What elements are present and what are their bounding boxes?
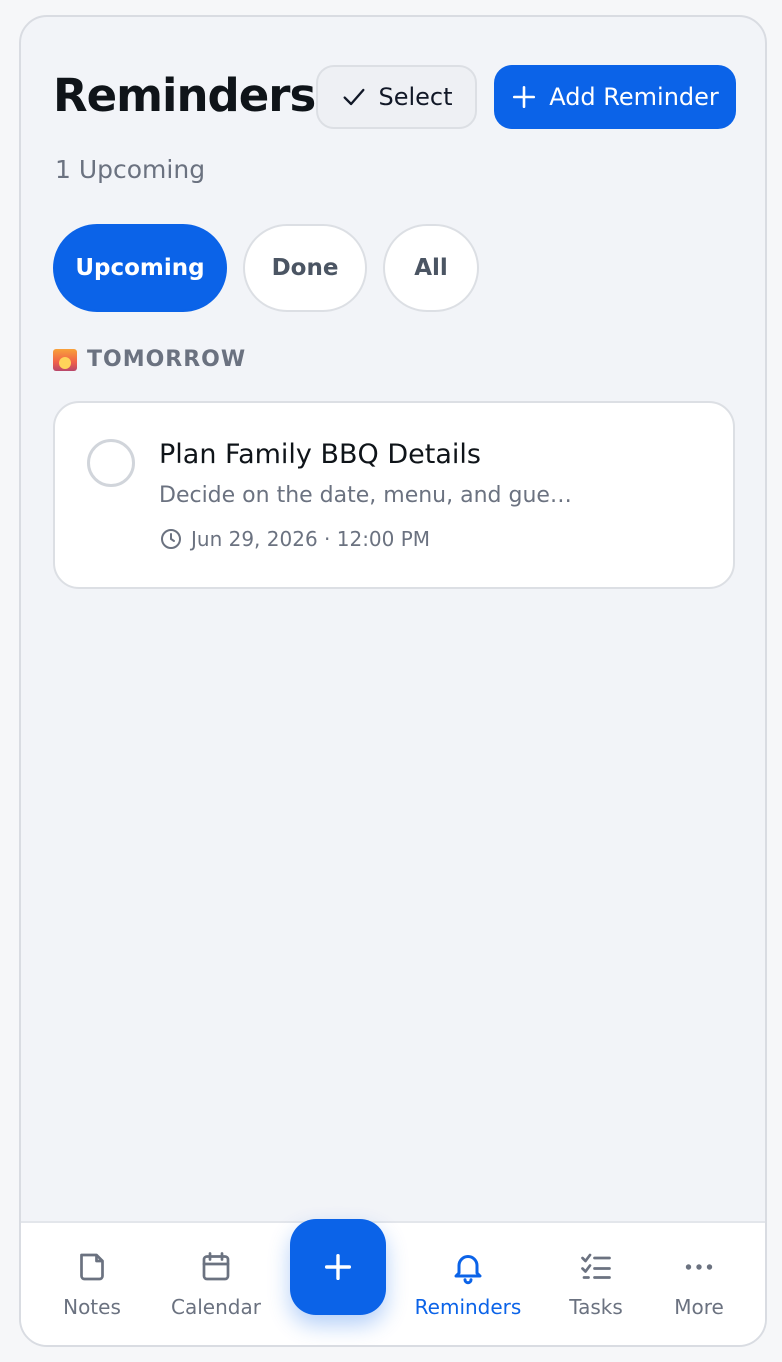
section-label: TOMORROW bbox=[87, 347, 247, 372]
complete-checkbox[interactable] bbox=[87, 439, 135, 487]
tab-calendar-label: Calendar bbox=[171, 1295, 261, 1319]
tab-notes[interactable]: Notes bbox=[32, 1249, 152, 1319]
filter-upcoming[interactable]: Upcoming bbox=[53, 224, 227, 312]
tab-reminders[interactable]: Reminders bbox=[408, 1249, 528, 1319]
reminder-description: Decide on the date, menu, and gue… bbox=[159, 483, 572, 508]
select-button-label: Select bbox=[378, 83, 453, 111]
section-header-tomorrow: TOMORROW bbox=[53, 347, 246, 372]
page-title: Reminders bbox=[53, 69, 316, 122]
new-item-fab[interactable] bbox=[290, 1219, 386, 1315]
note-icon bbox=[74, 1249, 110, 1285]
bottom-tab-bar: Notes Calendar Reminders Tasks More bbox=[21, 1219, 765, 1345]
tab-calendar[interactable]: Calendar bbox=[156, 1249, 276, 1319]
select-button[interactable]: Select bbox=[316, 65, 477, 129]
tab-more-label: More bbox=[674, 1295, 724, 1319]
tab-tasks-label: Tasks bbox=[569, 1295, 623, 1319]
plus-icon bbox=[511, 84, 537, 110]
reminder-datetime: Jun 29, 2026 · 12:00 PM bbox=[159, 527, 430, 551]
calendar-icon bbox=[198, 1249, 234, 1285]
upcoming-count: 1 Upcoming bbox=[55, 155, 206, 184]
filter-done[interactable]: Done bbox=[243, 224, 367, 312]
tab-notes-label: Notes bbox=[63, 1295, 121, 1319]
filter-tabs: Upcoming Done All bbox=[53, 224, 479, 314]
tab-reminders-label: Reminders bbox=[414, 1295, 522, 1319]
page-header: Reminders 1 Upcoming Select Add Reminder bbox=[53, 65, 736, 184]
clock-icon bbox=[159, 527, 183, 551]
add-reminder-button[interactable]: Add Reminder bbox=[494, 65, 736, 129]
checklist-icon bbox=[578, 1249, 614, 1285]
sunrise-icon bbox=[53, 348, 77, 371]
checkmark-icon bbox=[340, 83, 368, 111]
bell-icon bbox=[450, 1249, 486, 1285]
app-screen: Reminders 1 Upcoming Select Add Reminder… bbox=[19, 15, 767, 1347]
tab-more[interactable]: More bbox=[639, 1249, 759, 1319]
reminder-card[interactable]: Plan Family BBQ Details Decide on the da… bbox=[53, 401, 735, 589]
tab-tasks[interactable]: Tasks bbox=[536, 1249, 656, 1319]
reminder-title: Plan Family BBQ Details bbox=[159, 439, 481, 470]
filter-all[interactable]: All bbox=[383, 224, 479, 312]
reminder-datetime-text: Jun 29, 2026 · 12:00 PM bbox=[191, 527, 431, 551]
plus-icon bbox=[321, 1250, 355, 1284]
more-dots-icon bbox=[681, 1249, 717, 1285]
add-reminder-label: Add Reminder bbox=[549, 83, 719, 111]
